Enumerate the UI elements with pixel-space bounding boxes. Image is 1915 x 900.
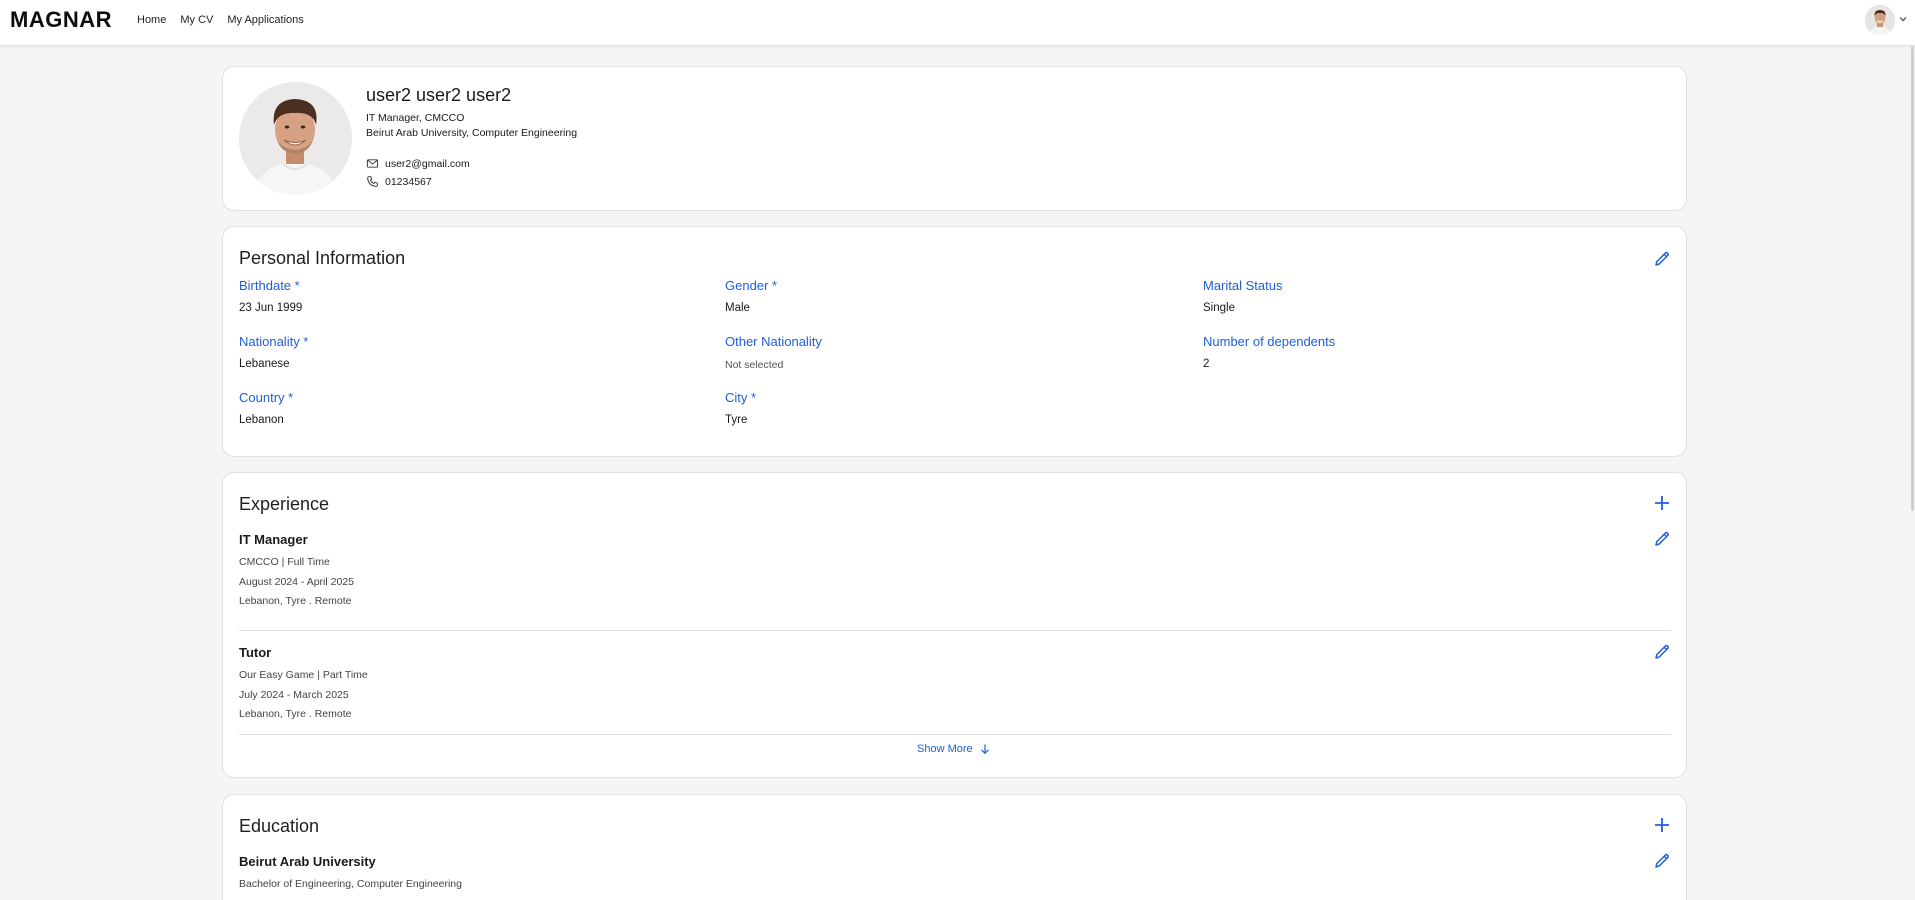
- show-more-label: Show More: [917, 743, 973, 755]
- phone-text: 01234567: [385, 175, 432, 188]
- education-card: Education Beirut Arab University Bachelo…: [222, 794, 1687, 900]
- field-value-city: Tyre: [725, 414, 748, 426]
- field-value-other-nationality: Not selected: [725, 359, 784, 371]
- edit-education-button[interactable]: [1652, 851, 1672, 871]
- experience-title: IT Manager: [239, 532, 308, 547]
- pencil-icon: [1655, 853, 1669, 868]
- pencil-icon: [1655, 251, 1669, 266]
- section-title-personal: Personal Information: [239, 248, 406, 268]
- contact-phone: 01234567: [366, 175, 432, 188]
- education-title: Beirut Arab University: [239, 854, 376, 869]
- nav-links: Home My CV My Applications: [137, 14, 304, 26]
- profile-photo: [239, 82, 352, 195]
- field-label-dependents: Number of dependents: [1203, 334, 1336, 349]
- experience-location: Lebanon, Tyre . Remote: [239, 708, 352, 720]
- field-label-marital-status: Marital Status: [1203, 278, 1283, 293]
- field-value-nationality: Lebanese: [239, 358, 290, 370]
- plus-icon: [1655, 818, 1669, 832]
- add-education-button[interactable]: [1652, 815, 1672, 835]
- field-value-dependents: 2: [1203, 358, 1210, 370]
- field-label-country: Country *: [239, 390, 294, 405]
- field-label-birthdate: Birthdate *: [239, 278, 300, 293]
- section-title-education: Education: [239, 816, 320, 836]
- field-label-gender: Gender *: [725, 278, 778, 293]
- nav-link-home[interactable]: Home: [137, 14, 166, 26]
- profile-education: Beirut Arab University, Computer Enginee…: [366, 127, 578, 139]
- experience-location: Lebanon, Tyre . Remote: [239, 595, 352, 607]
- experience-dates: August 2024 - April 2025: [239, 576, 354, 588]
- profile-role: IT Manager, CMCCO: [366, 112, 465, 124]
- field-label-nationality: Nationality *: [239, 334, 309, 349]
- profile-card: user2 user2 user2 IT Manager, CMCCO Beir…: [222, 66, 1687, 211]
- email-text: user2@gmail.com: [385, 157, 470, 170]
- chevron-down-icon[interactable]: [1898, 14, 1908, 24]
- edit-personal-button[interactable]: [1652, 249, 1672, 269]
- page-scrollbar[interactable]: [1911, 46, 1914, 511]
- field-value-gender: Male: [725, 302, 750, 314]
- phone-icon: [367, 176, 378, 187]
- field-value-country: Lebanon: [239, 414, 284, 426]
- education-degree: Bachelor of Engineering, Computer Engine…: [239, 878, 462, 890]
- edit-experience-button[interactable]: [1652, 529, 1672, 549]
- nav-link-my-cv[interactable]: My CV: [180, 14, 213, 26]
- section-title-experience: Experience: [239, 494, 330, 514]
- arrow-down-icon: [980, 744, 989, 755]
- profile-name: user2 user2 user2: [366, 85, 512, 105]
- user-avatar[interactable]: [1865, 5, 1895, 35]
- magnar-logo[interactable]: MAGNAR: [10, 9, 112, 31]
- divider: [239, 734, 1671, 735]
- pencil-icon: [1655, 531, 1669, 546]
- plus-icon: [1655, 496, 1669, 510]
- experience-title: Tutor: [239, 645, 272, 660]
- edit-experience-button[interactable]: [1652, 642, 1672, 662]
- field-label-city: City *: [725, 390, 757, 405]
- pencil-icon: [1655, 644, 1669, 659]
- show-more-button[interactable]: Show More: [917, 743, 991, 755]
- personal-information-card: Personal Information Birthdate * 23 Jun …: [222, 226, 1687, 457]
- experience-dates: July 2024 - March 2025: [239, 689, 349, 701]
- add-experience-button[interactable]: [1652, 493, 1672, 513]
- field-value-marital-status: Single: [1203, 302, 1235, 314]
- mail-icon: [366, 159, 379, 168]
- experience-company: CMCCO | Full Time: [239, 556, 330, 568]
- experience-company: Our Easy Game | Part Time: [239, 669, 368, 681]
- contact-email: user2@gmail.com: [366, 157, 470, 170]
- nav-link-my-applications[interactable]: My Applications: [227, 14, 303, 26]
- divider: [239, 630, 1671, 631]
- experience-card: Experience IT Manager CMCCO | Full Time …: [222, 472, 1687, 778]
- field-label-other-nationality: Other Nationality: [725, 334, 822, 349]
- top-navbar: MAGNAR Home My CV My Applications: [0, 0, 1915, 46]
- field-value-birthdate: 23 Jun 1999: [239, 302, 303, 314]
